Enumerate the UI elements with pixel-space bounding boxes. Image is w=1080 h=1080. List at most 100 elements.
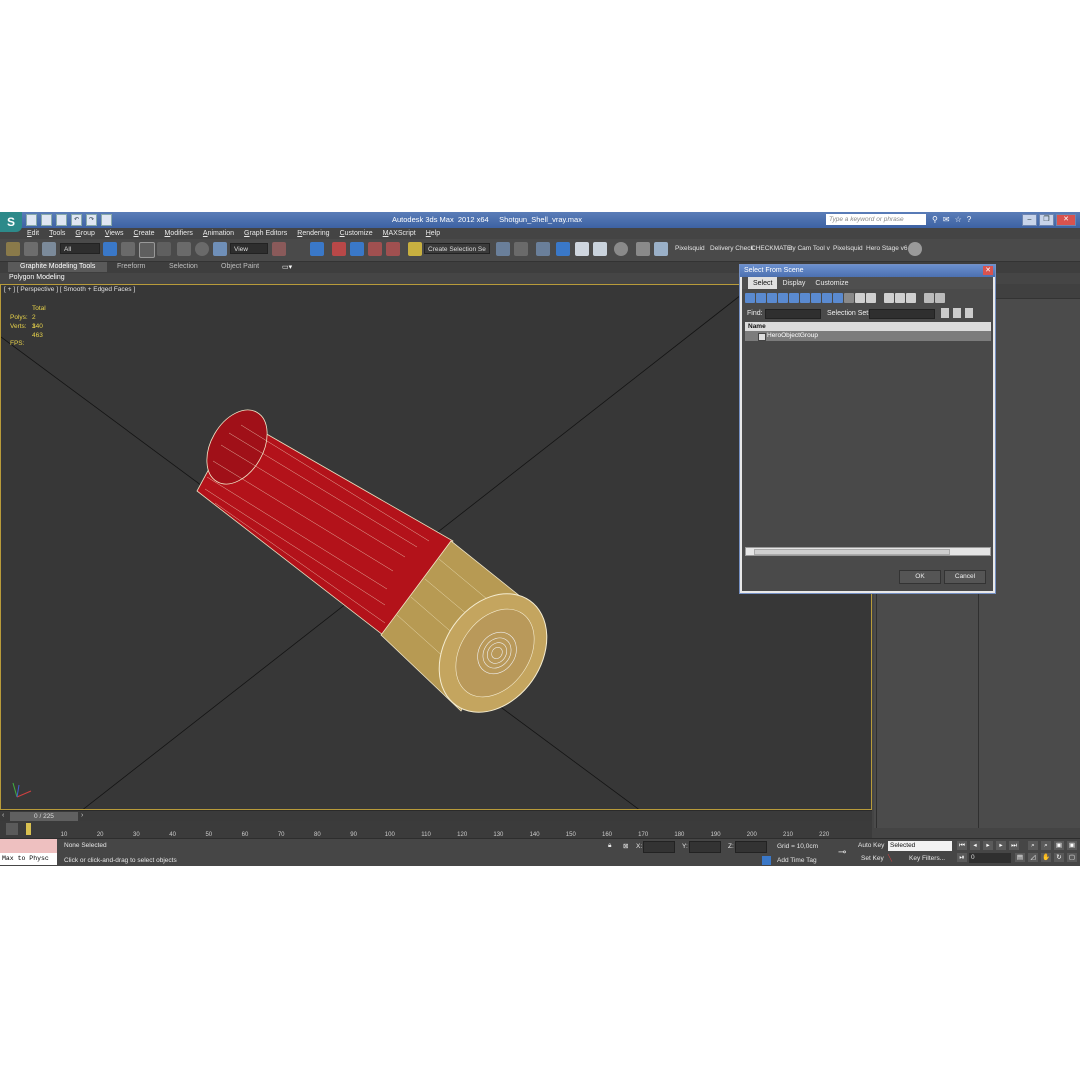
link-icon[interactable] bbox=[6, 242, 20, 256]
display-lights-icon[interactable] bbox=[767, 293, 777, 303]
pivot-center-icon[interactable] bbox=[272, 242, 286, 256]
select-all-icon[interactable] bbox=[884, 293, 894, 303]
maximize-viewport-icon[interactable]: ▢ bbox=[1067, 853, 1077, 862]
key-filters-button[interactable]: Key Filters... bbox=[909, 855, 945, 862]
filter-icon[interactable] bbox=[924, 293, 934, 303]
viewport-label-menu[interactable]: [ + ] [ Perspective ] [ Smooth + Edged F… bbox=[4, 286, 135, 293]
select-object-icon[interactable] bbox=[103, 242, 117, 256]
list-item[interactable]: HeroObjectGroup bbox=[745, 331, 991, 341]
menu-tools[interactable]: Tools bbox=[44, 228, 70, 239]
key-selection-dropdown[interactable]: Selected bbox=[888, 841, 952, 851]
redo-icon[interactable]: ↷ bbox=[86, 214, 97, 226]
z-coordinate-field[interactable] bbox=[735, 841, 767, 853]
search-input[interactable]: Type a keyword or phrase bbox=[826, 214, 926, 225]
minimize-button[interactable]: – bbox=[1022, 214, 1037, 226]
maxscript-listener-top[interactable] bbox=[0, 839, 57, 853]
play-icon[interactable]: ▸ bbox=[983, 841, 993, 850]
x-coordinate-field[interactable] bbox=[643, 841, 675, 853]
communication-icon[interactable]: ✉ bbox=[943, 215, 950, 224]
time-slider-next-icon[interactable]: › bbox=[81, 812, 83, 819]
material-editor-icon[interactable] bbox=[614, 242, 628, 256]
star-icon[interactable]: ☆ bbox=[955, 215, 962, 224]
mini-curve-editor-icon[interactable] bbox=[6, 823, 18, 835]
maxscript-mini-listener[interactable]: Max to Physc bbox=[0, 853, 57, 865]
filter-options-icon[interactable] bbox=[935, 293, 945, 303]
custom-tool-delivery-check[interactable]: Delivery Check bbox=[710, 245, 754, 252]
goto-start-icon[interactable]: ⏮ bbox=[957, 841, 967, 850]
display-geometry-icon[interactable] bbox=[745, 293, 755, 303]
zoom-all-icon[interactable]: ⌕ bbox=[1041, 841, 1051, 850]
window-crossing-icon[interactable] bbox=[157, 242, 171, 256]
dialog-close-button[interactable]: ✕ bbox=[983, 266, 993, 275]
time-slider-prev-icon[interactable]: ‹ bbox=[2, 812, 4, 819]
restore-button[interactable]: ❐ bbox=[1039, 214, 1054, 226]
reference-coordinate-dropdown[interactable]: View bbox=[230, 243, 268, 254]
custom-tool-cam-tool[interactable]: uty Cam Tool v bbox=[787, 245, 830, 252]
dialog-menu-customize[interactable]: Customize bbox=[810, 277, 853, 289]
prev-frame-icon[interactable]: ◂ bbox=[970, 841, 980, 850]
custom-tool-pixelsquid[interactable]: Pixelsquid bbox=[675, 245, 705, 252]
cancel-button[interactable]: Cancel bbox=[944, 570, 986, 584]
display-cameras-icon[interactable] bbox=[778, 293, 788, 303]
dialog-menu-display[interactable]: Display bbox=[777, 277, 810, 289]
create-set-icon[interactable] bbox=[941, 308, 949, 318]
manipulate-icon[interactable] bbox=[310, 242, 324, 256]
display-none-icon[interactable] bbox=[855, 293, 865, 303]
render-setup-icon[interactable] bbox=[636, 242, 650, 256]
display-invert-icon[interactable] bbox=[866, 293, 876, 303]
shotgun-shell-model[interactable] bbox=[194, 399, 569, 733]
named-selection-set-dropdown[interactable]: Create Selection Se bbox=[424, 243, 490, 254]
select-invert-icon[interactable] bbox=[906, 293, 916, 303]
rotate-icon[interactable] bbox=[195, 242, 209, 256]
selection-filter-dropdown[interactable]: All bbox=[60, 243, 100, 254]
bind-spacewarp-icon[interactable] bbox=[42, 242, 56, 256]
menu-maxscript[interactable]: MAXScript bbox=[378, 228, 421, 239]
display-groups-icon[interactable] bbox=[811, 293, 821, 303]
graphite-toggle-icon[interactable] bbox=[556, 242, 570, 256]
select-by-name-icon[interactable] bbox=[121, 242, 135, 256]
zoom-extents-icon[interactable]: ▣ bbox=[1054, 841, 1064, 850]
rectangle-selection-icon[interactable] bbox=[139, 242, 155, 258]
menu-help[interactable]: Help bbox=[421, 228, 445, 239]
display-shapes-icon[interactable] bbox=[756, 293, 766, 303]
add-time-tag[interactable]: Add Time Tag bbox=[777, 857, 817, 864]
dialog-title-bar[interactable]: Select From Scene ✕ bbox=[740, 265, 995, 277]
menu-rendering[interactable]: Rendering bbox=[292, 228, 334, 239]
app-menu-button[interactable]: S bbox=[0, 212, 22, 232]
menu-group[interactable]: Group bbox=[70, 228, 99, 239]
custom-tool-pixelsquid-2[interactable]: Pixelsquid bbox=[833, 245, 863, 252]
find-input[interactable] bbox=[765, 309, 821, 319]
close-button[interactable]: ✕ bbox=[1056, 214, 1076, 226]
display-helpers-icon[interactable] bbox=[789, 293, 799, 303]
absolute-mode-icon[interactable]: ⊠ bbox=[623, 842, 628, 850]
selection-set-dropdown[interactable] bbox=[869, 309, 935, 319]
schematic-view-icon[interactable] bbox=[593, 242, 607, 256]
edit-named-selection-icon[interactable] bbox=[408, 242, 422, 256]
snaps-toggle-icon[interactable] bbox=[332, 242, 346, 256]
time-tag-icon[interactable] bbox=[762, 856, 771, 865]
set-key-filter-icon[interactable]: ╲ bbox=[888, 854, 892, 862]
lock-icon[interactable]: 🔒︎ bbox=[608, 842, 611, 850]
scale-icon[interactable] bbox=[213, 242, 227, 256]
time-slider-thumb[interactable]: 0 / 225 bbox=[10, 812, 78, 821]
y-coordinate-field[interactable] bbox=[689, 841, 721, 853]
display-all-icon[interactable] bbox=[844, 293, 854, 303]
new-file-icon[interactable] bbox=[26, 214, 37, 226]
key-mode-icon[interactable]: ⏯ bbox=[957, 853, 967, 862]
display-bones-icon[interactable] bbox=[833, 293, 843, 303]
curve-editor-icon[interactable] bbox=[575, 242, 589, 256]
ok-button[interactable]: OK bbox=[899, 570, 941, 584]
dialog-menu-select[interactable]: Select bbox=[748, 277, 778, 289]
align-icon[interactable] bbox=[514, 242, 528, 256]
spinner-snap-icon[interactable] bbox=[386, 242, 400, 256]
display-spacewarps-icon[interactable] bbox=[800, 293, 810, 303]
polygon-modeling-panel[interactable]: Polygon Modeling bbox=[9, 274, 65, 281]
binoculars-icon[interactable]: ⚲ bbox=[932, 215, 938, 224]
pan-view-icon[interactable]: ✋ bbox=[1041, 853, 1051, 862]
scrollbar-thumb[interactable] bbox=[754, 549, 950, 555]
mirror-icon[interactable] bbox=[496, 242, 510, 256]
set-key-button[interactable]: Set Key bbox=[861, 855, 884, 862]
undo-icon[interactable]: ↶ bbox=[71, 214, 82, 226]
percent-snap-icon[interactable] bbox=[368, 242, 382, 256]
column-header-name[interactable]: Name bbox=[745, 322, 991, 331]
